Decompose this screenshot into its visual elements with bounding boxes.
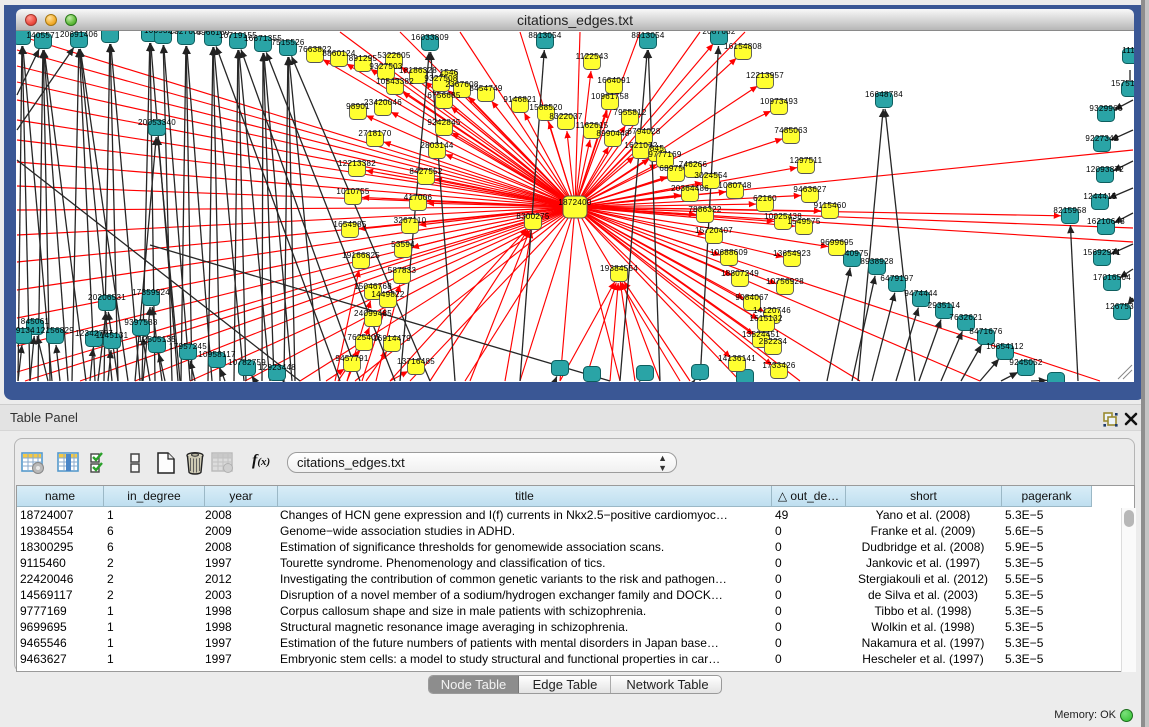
svg-text:12213957: 12213957 xyxy=(746,71,784,80)
svg-text:845061: 845061 xyxy=(21,317,50,326)
svg-text:1080748: 1080748 xyxy=(718,181,751,190)
svg-text:9242845: 9242845 xyxy=(427,118,460,127)
svg-text:9699695: 9699695 xyxy=(820,238,853,247)
svg-text:5322605: 5322605 xyxy=(377,51,410,60)
svg-text:1664091: 1664091 xyxy=(597,76,630,85)
svg-text:1654985: 1654985 xyxy=(333,220,366,229)
svg-text:6756685: 6756685 xyxy=(427,91,460,100)
svg-text:6794028: 6794028 xyxy=(627,127,660,136)
svg-text:16648784: 16648784 xyxy=(865,90,903,99)
svg-text:1112: 1112 xyxy=(1122,46,1134,55)
svg-text:1588520: 1588520 xyxy=(529,103,562,112)
svg-text:18807249: 18807249 xyxy=(721,269,759,278)
svg-text:10756928: 10756928 xyxy=(766,277,804,286)
svg-text:16210643: 16210643 xyxy=(1087,217,1125,226)
svg-text:8813054: 8813054 xyxy=(528,31,561,40)
svg-text:9084067: 9084067 xyxy=(735,293,768,302)
svg-text:12156829: 12156829 xyxy=(36,326,74,335)
svg-text:20053340: 20053340 xyxy=(138,118,176,127)
svg-text:8427552: 8427552 xyxy=(409,167,442,176)
svg-text:2718170: 2718170 xyxy=(358,129,391,138)
svg-text:17016504: 17016504 xyxy=(1093,273,1131,282)
svg-text:1122543: 1122543 xyxy=(576,52,609,61)
svg-text:10543382: 10543382 xyxy=(376,77,414,86)
svg-text:1549575: 1549575 xyxy=(787,217,820,226)
svg-text:12923448: 12923448 xyxy=(258,363,296,372)
svg-text:12093872: 12093872 xyxy=(1086,165,1124,174)
svg-text:53594: 53594 xyxy=(391,240,415,249)
svg-text:8215958: 8215958 xyxy=(1053,206,1086,215)
svg-text:9115460: 9115460 xyxy=(814,201,847,210)
svg-text:19384554: 19384554 xyxy=(600,264,638,273)
svg-text:2935114: 2935114 xyxy=(928,301,961,310)
svg-text:16033809: 16033809 xyxy=(411,33,449,42)
svg-text:8938928: 8938928 xyxy=(860,257,893,266)
svg-text:14136141: 14136141 xyxy=(718,354,756,363)
svg-text:3024554: 3024554 xyxy=(694,171,727,180)
svg-text:8471676: 8471676 xyxy=(969,327,1002,336)
svg-text:9474444: 9474444 xyxy=(904,289,937,298)
svg-text:10688609: 10688609 xyxy=(710,248,748,257)
svg-text:16154808: 16154808 xyxy=(724,42,762,51)
svg-text:587833: 587833 xyxy=(388,266,417,275)
svg-text:62160: 62160 xyxy=(753,194,777,203)
svg-text:9397588: 9397588 xyxy=(124,318,157,327)
svg-text:8454749: 8454749 xyxy=(469,84,502,93)
svg-text:417006: 417006 xyxy=(404,193,433,202)
svg-text:1733426: 1733426 xyxy=(762,361,795,370)
svg-text:2087682: 2087682 xyxy=(702,31,735,36)
svg-text:24099485: 24099485 xyxy=(354,309,392,318)
svg-text:8322037: 8322037 xyxy=(549,112,582,121)
svg-text:15720407: 15720407 xyxy=(695,226,733,235)
svg-text:746266: 746266 xyxy=(679,160,708,169)
svg-text:1010755: 1010755 xyxy=(336,187,369,196)
svg-text:13716485: 13716485 xyxy=(397,357,435,366)
svg-text:252234: 252234 xyxy=(759,337,788,346)
svg-text:9463627: 9463627 xyxy=(793,185,826,194)
svg-text:12213382: 12213382 xyxy=(338,159,376,168)
svg-text:1872400: 1872400 xyxy=(558,198,591,207)
svg-text:16914479: 16914479 xyxy=(373,334,411,343)
svg-text:1449822: 1449822 xyxy=(371,290,404,299)
svg-text:1297511: 1297511 xyxy=(790,156,823,165)
svg-text:9457791: 9457791 xyxy=(335,354,368,363)
svg-text:17359924: 17359924 xyxy=(132,288,170,297)
svg-text:39134: 39134 xyxy=(16,326,35,335)
svg-text:20691406: 20691406 xyxy=(60,31,98,39)
svg-text:13654923: 13654923 xyxy=(773,249,811,258)
svg-text:15751074: 15751074 xyxy=(1111,79,1134,88)
svg-text:8990448: 8990448 xyxy=(596,129,629,138)
svg-text:10973493: 10973493 xyxy=(760,97,798,106)
svg-text:8813054: 8813054 xyxy=(631,31,664,40)
svg-text:7632621: 7632621 xyxy=(949,313,982,322)
svg-text:7485063: 7485063 xyxy=(774,126,807,135)
svg-text:7886322: 7886322 xyxy=(688,205,721,214)
svg-text:7955812: 7955812 xyxy=(613,108,646,117)
svg-text:3267110: 3267110 xyxy=(394,216,427,225)
svg-text:1145131: 1145131 xyxy=(96,331,129,340)
svg-text:2803144: 2803144 xyxy=(420,141,453,150)
svg-text:1244415: 1244415 xyxy=(1083,192,1116,201)
svg-text:98901: 98901 xyxy=(346,102,370,111)
svg-text:1615132: 1615132 xyxy=(749,314,782,323)
svg-text:1405571: 1405571 xyxy=(26,31,59,40)
svg-text:10654112: 10654112 xyxy=(986,342,1024,351)
svg-text:9329966: 9329966 xyxy=(1089,104,1122,113)
svg-text:20364486: 20364486 xyxy=(671,184,709,193)
svg-text:15692971: 15692971 xyxy=(1083,248,1121,257)
svg-text:8300275: 8300275 xyxy=(516,212,549,221)
svg-text:9245052: 9245052 xyxy=(1009,358,1042,367)
svg-text:9777169: 9777169 xyxy=(648,150,681,159)
svg-text:19166825: 19166825 xyxy=(342,251,380,260)
svg-text:9227342: 9227342 xyxy=(1085,134,1118,143)
svg-text:1267533: 1267533 xyxy=(1105,302,1134,311)
svg-text:20206531: 20206531 xyxy=(88,293,126,302)
svg-text:6479197: 6479197 xyxy=(880,274,913,283)
svg-text:10961758: 10961758 xyxy=(591,92,629,101)
svg-text:9327503: 9327503 xyxy=(369,62,402,71)
